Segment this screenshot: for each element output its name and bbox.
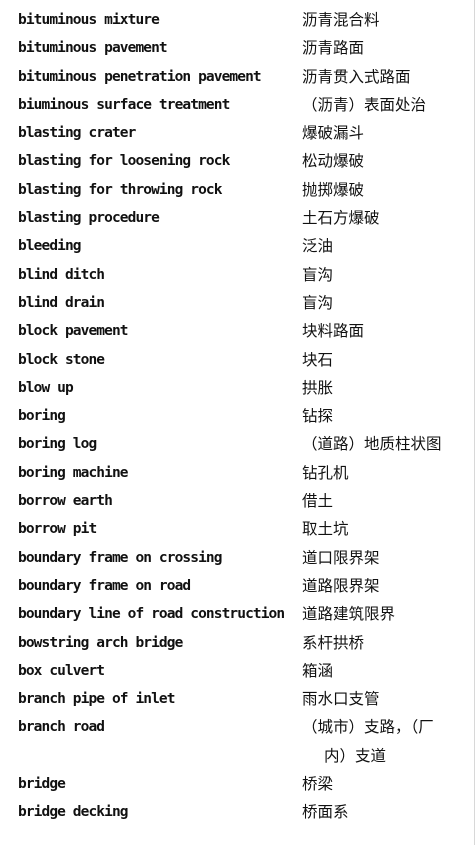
glossary-entry: boring machine 钻孔机 — [0, 462, 475, 490]
term-en: bridge decking — [18, 804, 129, 821]
glossary-entry: blind drain 盲沟 — [0, 292, 475, 320]
glossary-entry: boring log （道路）地质柱状图 — [0, 433, 475, 461]
term-en: branch pipe of inlet — [18, 691, 176, 708]
term-en: blind ditch — [18, 266, 105, 283]
glossary-entry: bridge 桥梁 — [0, 773, 475, 801]
term-zh: 块料路面 — [302, 322, 365, 341]
term-zh: 取土坑 — [302, 520, 349, 539]
term-en: boundary frame on crossing — [18, 549, 222, 566]
term-en: blasting for loosening rock — [18, 153, 230, 170]
term-zh: 桥面系 — [302, 803, 349, 822]
term-zh: 借土 — [302, 492, 334, 511]
term-en: biuminous surface treatment — [18, 96, 230, 113]
glossary-entry: bituminous penetration pavement 沥青贯入式路面 — [0, 66, 475, 94]
term-en: bituminous penetration pavement — [18, 68, 262, 85]
term-zh: 道口限界架 — [302, 548, 380, 567]
term-en: bleeding — [18, 238, 82, 255]
glossary-entry: bleeding 泛油 — [0, 235, 475, 263]
term-zh: 盲沟 — [302, 293, 334, 312]
term-en: blasting for throwing rock — [18, 181, 222, 198]
term-en: block pavement — [18, 323, 129, 340]
glossary-entry: boundary frame on crossing 道口限界架 — [0, 547, 475, 575]
glossary-list: bituminous mixture 沥青混合料 bituminous pavem… — [0, 9, 475, 830]
glossary-entry: block stone 块石 — [0, 349, 475, 377]
term-zh: （道路）地质柱状图 — [302, 435, 442, 454]
term-en: boundary frame on road — [18, 577, 191, 594]
glossary-entry: boring 钻探 — [0, 405, 475, 433]
term-zh: 桥梁 — [302, 775, 334, 794]
glossary-entry: bowstring arch bridge 系杆拱桥 — [0, 632, 475, 660]
term-zh: 道路限界架 — [302, 576, 380, 595]
term-en: branch road — [18, 719, 105, 736]
glossary-entry: branch road （城市）支路，（厂内）支道 — [0, 716, 475, 773]
term-en: boundary line of road construction — [18, 606, 285, 623]
term-en: bituminous pavement — [18, 40, 168, 57]
term-zh: 道路建筑限界 — [302, 605, 396, 624]
glossary-entry: block pavement 块料路面 — [0, 320, 475, 348]
term-zh: 雨水口支管 — [302, 690, 380, 709]
term-en: bituminous mixture — [18, 12, 160, 28]
term-en: boring — [18, 408, 66, 425]
term-zh-line2: 内）支道 — [324, 746, 387, 765]
term-en: borrow earth — [18, 493, 113, 510]
glossary-entry: borrow earth 借土 — [0, 490, 475, 518]
term-zh: 系杆拱桥 — [302, 633, 365, 652]
term-en: blasting crater — [18, 125, 136, 142]
glossary-entry: blasting procedure 土石方爆破 — [0, 207, 475, 235]
term-zh: 土石方爆破 — [302, 209, 380, 228]
term-zh: 钻探 — [302, 407, 334, 426]
term-en: bowstring arch bridge — [18, 634, 183, 651]
term-zh-line1: （城市）支路，（厂 — [302, 718, 434, 737]
glossary-entry: bridge decking 桥面系 — [0, 801, 475, 829]
term-zh: 沥青贯入式路面 — [302, 67, 411, 86]
glossary-entry: biuminous surface treatment （沥青）表面处治 — [0, 94, 475, 122]
term-zh: 抛掷爆破 — [302, 180, 365, 199]
term-en: borrow pit — [18, 521, 97, 538]
glossary-entry: blasting for loosening rock 松动爆破 — [0, 150, 475, 178]
term-en: blow up — [18, 379, 74, 396]
term-zh: 沥青混合料 — [302, 11, 380, 29]
term-zh: （城市）支路，（厂内）支道 — [302, 713, 470, 770]
glossary-entry: borrow pit 取土坑 — [0, 518, 475, 546]
term-zh: （沥青）表面处治 — [302, 95, 427, 114]
term-zh: 拱胀 — [302, 378, 334, 397]
glossary-entry: blow up 拱胀 — [0, 377, 475, 405]
glossary-entry: boundary frame on road 道路限界架 — [0, 575, 475, 603]
term-en: boring machine — [18, 464, 129, 481]
term-zh: 沥青路面 — [302, 39, 365, 58]
glossary-entry: boundary line of road construction 道路建筑限界 — [0, 603, 475, 631]
term-zh: 块石 — [302, 350, 334, 369]
term-en: blasting procedure — [18, 210, 160, 227]
glossary-entry: blasting for throwing rock 抛掷爆破 — [0, 179, 475, 207]
term-en: block stone — [18, 351, 105, 368]
term-zh: 钻孔机 — [302, 463, 349, 482]
glossary-entry: branch pipe of inlet 雨水口支管 — [0, 688, 475, 716]
term-zh: 爆破漏斗 — [302, 124, 365, 143]
glossary-entry: blasting crater 爆破漏斗 — [0, 122, 475, 150]
term-zh: 松动爆破 — [302, 152, 365, 171]
term-en: bridge — [18, 776, 66, 793]
term-zh: 盲沟 — [302, 265, 334, 284]
glossary-entry: blind ditch 盲沟 — [0, 264, 475, 292]
term-zh: 泛油 — [302, 237, 334, 256]
glossary-entry: box culvert 箱涵 — [0, 660, 475, 688]
glossary-entry: bituminous pavement 沥青路面 — [0, 37, 475, 65]
term-en: blind drain — [18, 294, 105, 311]
term-zh: 箱涵 — [302, 661, 334, 680]
glossary-entry: bituminous mixture 沥青混合料 — [0, 9, 475, 37]
term-en: box culvert — [18, 662, 105, 679]
term-en: boring log — [18, 436, 97, 453]
